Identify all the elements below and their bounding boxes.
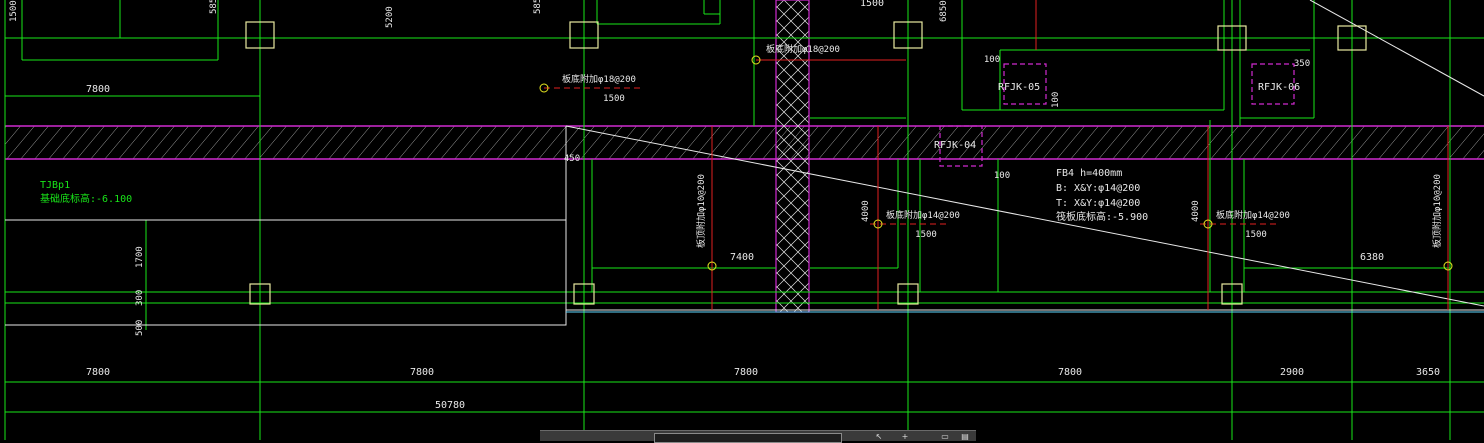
dim-1500-top: 1500 [860,0,884,9]
fb-elevation: 筏板底标高:-5.900 [1056,210,1148,223]
dim-5200: 5200 [385,6,395,28]
dim-7400: 7400 [730,252,754,263]
dim-1500-left: 1500 [9,0,19,22]
dim-100-a: 100 [984,55,1000,65]
dim-100-c: 100 [1051,92,1061,108]
dim-span-6: 3650 [1416,367,1440,378]
dim-span-4: 7800 [1058,367,1082,378]
tjbp-elevation: 基础底标高:-6.100 [40,192,132,205]
rebar-label-right: 板底附加φ14@200 [1216,209,1290,221]
dimension-labels: 7800 7800 7800 7800 2900 3650 50780 7800… [9,0,1440,411]
dim-300: 300 [135,290,145,306]
dim-450: 450 [564,154,580,164]
rfjk-06-label: RFJK-06 [1258,82,1300,93]
dim-span-1: 7800 [86,367,110,378]
dim-585-b: 585 [533,0,543,14]
dim-total: 50780 [435,400,465,411]
dim-1700: 1700 [135,246,145,268]
rfjk-05-label: RFJK-05 [998,82,1040,93]
dim-585-a: 585 [209,0,219,14]
dim-6850: 6850 [939,0,949,22]
fb-title: FB4 h=400mm [1056,168,1122,179]
bottom-toolbar: ↖ + ▭ ▤ [540,430,976,443]
zoom-icon[interactable]: + [900,433,910,441]
fb-bottom-rebar: B: X&Y:φ14@200 [1056,183,1140,194]
rebar-label-vert-right: 板顶附加φ10@200 [1431,174,1443,248]
dim-1500-b: 1500 [603,94,625,104]
dim-4000-a: 4000 [861,200,871,222]
dim-500: 500 [135,320,145,336]
dim-6380: 6380 [1360,252,1384,263]
tjbp-label: TJBp1 [40,180,70,191]
dim-100-b: 100 [994,171,1010,181]
command-input[interactable] [654,433,842,443]
dim-4000-b: 4000 [1191,200,1201,222]
dim-1500-c: 1500 [915,230,937,240]
dim-span-2: 7800 [410,367,434,378]
rfjk-04-label: RFJK-04 [934,140,976,151]
cad-drawing-viewport[interactable]: 7800 7800 7800 7800 2900 3650 50780 7800… [0,0,1484,443]
dim-350: 350 [1294,59,1310,69]
dim-top-left: 7800 [86,84,110,95]
rebar-label-top: 板底附加φ18@200 [766,43,840,55]
fb-top-rebar: T: X&Y:φ14@200 [1056,198,1140,209]
rebar-markers [539,55,1453,271]
rebar-label-vert-left: 板顶附加φ10@200 [695,174,707,248]
window-icon[interactable]: ▭ [940,433,950,441]
rebar-label-left: 板底附加φ18@200 [562,73,636,85]
arrow-icon[interactable]: ↖ [874,433,884,441]
rebar-label-mid: 板底附加φ14@200 [886,209,960,221]
dim-span-5: 2900 [1280,367,1304,378]
settings-icon[interactable]: ▤ [960,433,970,441]
dim-1500-d: 1500 [1245,230,1267,240]
wall-band [5,125,1484,160]
cad-canvas[interactable]: 7800 7800 7800 7800 2900 3650 50780 7800… [0,0,1484,440]
dim-span-3: 7800 [734,367,758,378]
